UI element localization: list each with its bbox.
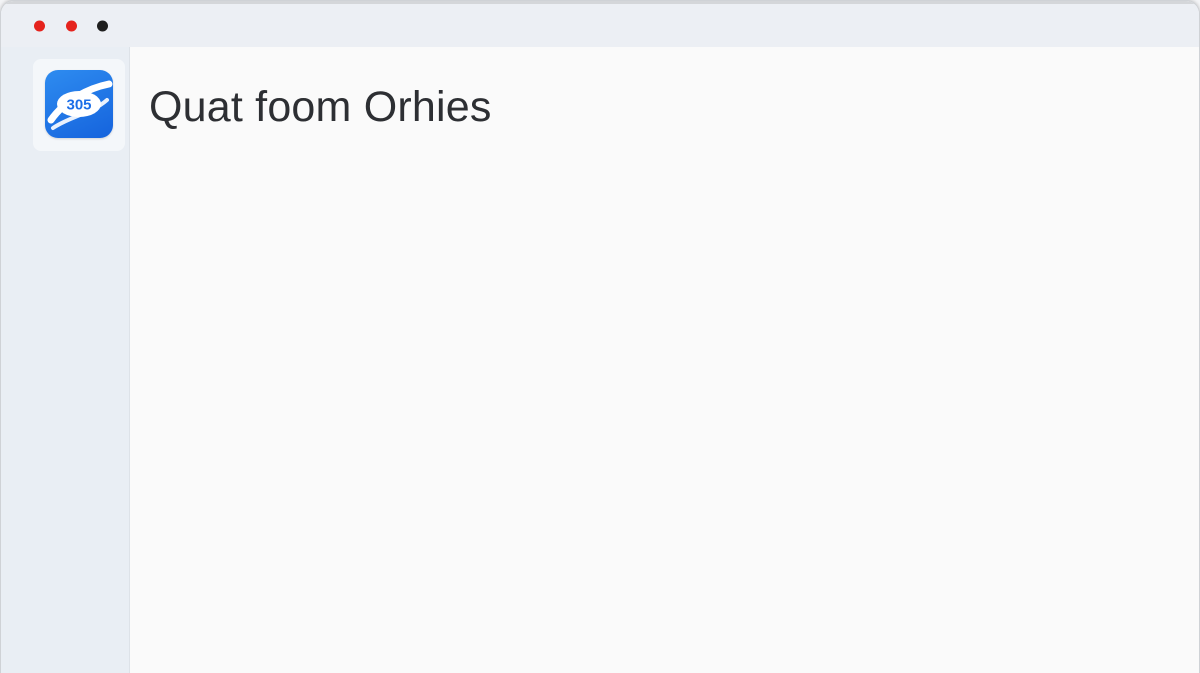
close-button[interactable]	[34, 20, 45, 32]
app-logo-graphic: 305	[47, 80, 113, 130]
page-title: Quat foom Orhies	[149, 83, 492, 131]
main-content	[130, 47, 1199, 673]
title-bar	[1, 1, 1199, 47]
app-logo-text: 305	[66, 97, 91, 114]
minimize-button[interactable]	[66, 20, 77, 32]
app-window: 305 Quat foom Orhies	[0, 0, 1200, 673]
zoom-button[interactable]	[97, 20, 108, 32]
app-logo-icon[interactable]: 305	[45, 70, 113, 138]
